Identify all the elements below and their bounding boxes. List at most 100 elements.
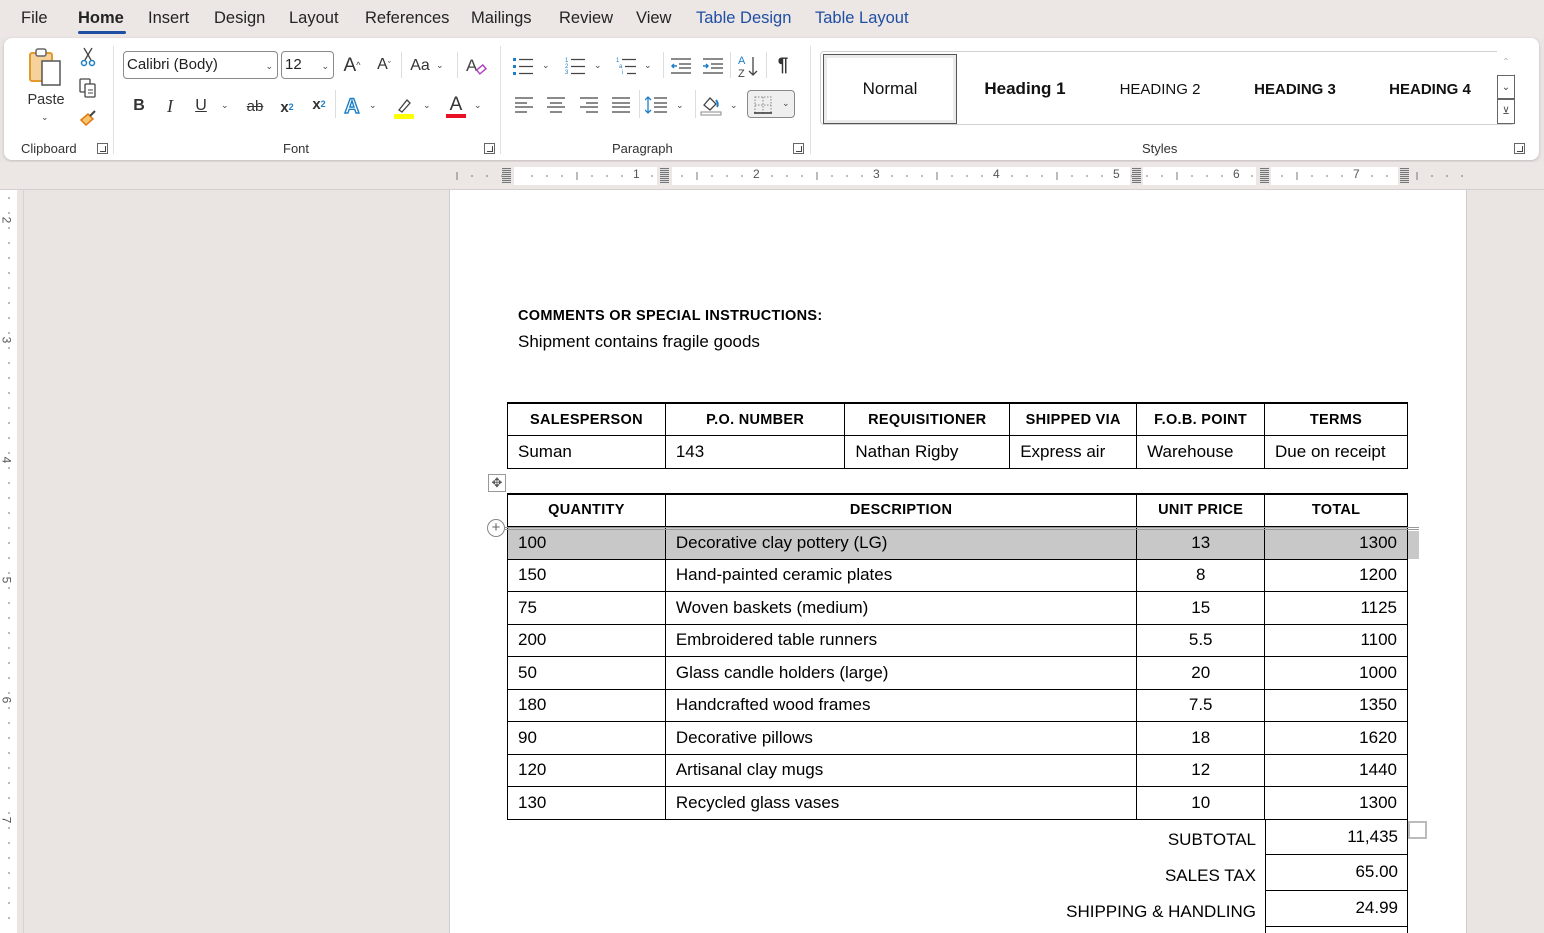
bold-icon[interactable]: B <box>130 95 148 117</box>
description-cell[interactable]: Embroidered table runners <box>664 623 1138 657</box>
paste-button[interactable]: Paste <box>26 91 66 109</box>
total-cell[interactable]: 1350 <box>1264 688 1408 722</box>
line-spacing-dropdown-icon[interactable]: ⌄ <box>676 100 684 111</box>
paragraph-launcher-icon[interactable] <box>793 143 804 154</box>
salesperson-cell[interactable]: Suman <box>507 435 666 469</box>
total-cell[interactable]: 1000 <box>1264 656 1408 690</box>
column-marker-icon[interactable] <box>1400 168 1409 183</box>
tab-design[interactable]: Design <box>214 9 265 28</box>
unit-price-cell[interactable]: 20 <box>1136 656 1266 690</box>
totals-value[interactable]: 24.99 <box>1265 891 1408 927</box>
shading-icon[interactable] <box>700 94 722 116</box>
change-case-dropdown-icon[interactable]: ⌄ <box>436 60 444 71</box>
table-move-handle-icon[interactable]: ✥ <box>488 474 506 492</box>
shipped-via-cell[interactable]: Express air <box>1009 435 1138 469</box>
italic-icon[interactable]: I <box>161 95 179 117</box>
header-cell[interactable]: TOTAL <box>1264 493 1408 527</box>
styles-more-icon[interactable]: ⊻ <box>1497 99 1515 124</box>
font-color-icon[interactable]: A <box>445 93 467 120</box>
align-center-icon[interactable] <box>546 96 566 114</box>
tab-mailings[interactable]: Mailings <box>471 9 532 28</box>
unit-price-cell[interactable]: 8 <box>1136 558 1266 592</box>
horizontal-ruler[interactable]: 1 2 3 4 5 6 7 <box>0 162 1544 190</box>
tab-insert[interactable]: Insert <box>148 9 189 28</box>
tab-file[interactable]: File <box>21 9 48 28</box>
style-heading-3[interactable]: HEADING 3 <box>1228 54 1362 124</box>
description-cell[interactable]: Glass candle holders (large) <box>664 656 1138 690</box>
header-cell[interactable]: QUANTITY <box>507 493 666 527</box>
unit-price-cell[interactable]: 5.5 <box>1136 623 1266 657</box>
totals-value[interactable]: 65.00 <box>1265 855 1408 891</box>
total-cell[interactable]: 1100 <box>1264 623 1408 657</box>
cut-icon[interactable] <box>78 47 98 67</box>
clear-formatting-icon[interactable]: A <box>464 54 488 78</box>
style-normal[interactable]: Normal <box>823 54 957 124</box>
tab-table-design[interactable]: Table Design <box>696 9 791 28</box>
underline-dropdown-icon[interactable]: ⌄ <box>221 100 229 111</box>
styles-scroll-down-icon[interactable]: ⌄ <box>1497 75 1515 99</box>
description-cell[interactable]: Recycled glass vases <box>664 786 1138 820</box>
show-formatting-icon[interactable]: ¶ <box>773 54 793 76</box>
unit-price-cell[interactable]: 12 <box>1136 753 1266 787</box>
style-heading-1[interactable]: Heading 1 <box>958 54 1092 124</box>
column-marker-icon[interactable] <box>1260 168 1269 183</box>
paste-icon[interactable] <box>26 46 66 88</box>
align-left-icon[interactable] <box>514 96 534 114</box>
header-cell[interactable]: F.O.B. POINT <box>1136 402 1266 436</box>
requisitioner-cell[interactable]: Nathan Rigby <box>844 435 1011 469</box>
text-effects-icon[interactable]: A <box>341 94 363 118</box>
font-color-dropdown-icon[interactable]: ⌄ <box>474 100 482 111</box>
total-cell[interactable]: 1440 <box>1264 753 1408 787</box>
fob-point-cell[interactable]: Warehouse <box>1136 435 1266 469</box>
underline-icon[interactable]: U <box>192 95 210 117</box>
tab-review[interactable]: Review <box>559 9 613 28</box>
description-cell[interactable]: Hand-painted ceramic plates <box>664 558 1138 592</box>
header-cell[interactable]: P.O. NUMBER <box>664 402 846 436</box>
font-size-combo[interactable]: 12 ⌄ <box>281 51 334 79</box>
quantity-cell[interactable]: 75 <box>507 591 666 625</box>
description-cell[interactable]: Artisanal clay mugs <box>664 753 1138 787</box>
total-cell[interactable]: 1125 <box>1264 591 1408 625</box>
description-cell[interactable]: Decorative pillows <box>664 721 1138 755</box>
clipboard-launcher-icon[interactable] <box>97 143 108 154</box>
shrink-font-icon[interactable]: Aˇ <box>373 54 395 76</box>
unit-price-cell[interactable]: 10 <box>1136 786 1266 820</box>
quantity-cell[interactable]: 100 <box>507 525 666 560</box>
bullets-icon[interactable] <box>512 55 534 77</box>
style-heading-2[interactable]: HEADING 2 <box>1093 54 1227 124</box>
shading-dropdown-icon[interactable]: ⌄ <box>730 100 738 111</box>
unit-price-cell[interactable]: 15 <box>1136 591 1266 625</box>
font-name-combo[interactable]: Calibri (Body) ⌄ <box>123 51 278 79</box>
change-case-icon[interactable]: Aa <box>408 55 432 77</box>
subscript-icon[interactable]: x2 <box>277 96 297 118</box>
unit-price-cell[interactable]: 18 <box>1136 721 1266 755</box>
header-cell[interactable]: SHIPPED VIA <box>1009 402 1138 436</box>
tab-home[interactable]: Home <box>78 9 124 28</box>
quantity-cell[interactable]: 150 <box>507 558 666 592</box>
decrease-indent-icon[interactable] <box>670 55 692 77</box>
align-right-icon[interactable] <box>579 96 599 114</box>
superscript-icon[interactable]: x2 <box>309 93 329 115</box>
header-cell[interactable]: REQUISITIONER <box>844 402 1011 436</box>
quantity-cell[interactable]: 50 <box>507 656 666 690</box>
description-cell[interactable]: Decorative clay pottery (LG) <box>664 525 1138 560</box>
tab-layout[interactable]: Layout <box>289 9 339 28</box>
quantity-cell[interactable]: 120 <box>507 753 666 787</box>
totals-value[interactable]: 11,435 <box>1265 819 1408 855</box>
increase-indent-icon[interactable] <box>702 55 724 77</box>
comments-text[interactable]: Shipment contains fragile goods <box>518 332 760 352</box>
insert-row-icon[interactable]: + <box>487 519 505 537</box>
totals-value[interactable] <box>1265 927 1408 933</box>
highlight-icon[interactable] <box>393 94 415 120</box>
header-cell[interactable]: UNIT PRICE <box>1136 493 1266 527</box>
borders-button[interactable]: ⌄ <box>747 90 795 118</box>
quantity-cell[interactable]: 180 <box>507 688 666 722</box>
format-painter-icon[interactable] <box>78 108 98 128</box>
header-cell[interactable]: DESCRIPTION <box>664 493 1138 527</box>
paste-dropdown-icon[interactable]: ⌄ <box>41 112 49 123</box>
styles-scroll-up-icon[interactable]: ⌃ <box>1497 51 1515 74</box>
header-cell[interactable]: SALESPERSON <box>507 402 666 436</box>
justify-icon[interactable] <box>611 96 631 114</box>
total-cell[interactable]: 1200 <box>1264 558 1408 592</box>
quantity-cell[interactable]: 200 <box>507 623 666 657</box>
